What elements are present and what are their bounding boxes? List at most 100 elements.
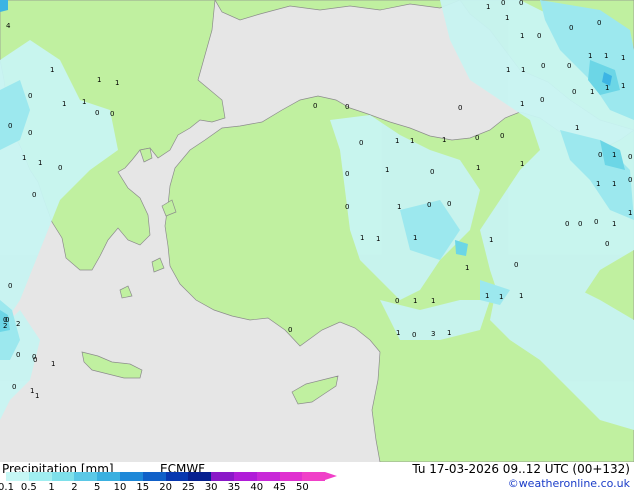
precip-value-label: 0 xyxy=(500,132,504,140)
precip-value-label: 0 xyxy=(628,153,632,161)
precip-value-label: 1 xyxy=(97,76,101,84)
precip-value-label: 0 xyxy=(541,62,545,70)
precip-value-label: 1 xyxy=(385,166,389,174)
precip-value-label: 1 xyxy=(612,151,616,159)
legend-tick-label: 30 xyxy=(204,482,218,493)
precip-value-label: 0 xyxy=(605,240,609,248)
precip-value-label: 1 xyxy=(519,292,523,300)
legend-swatch xyxy=(120,472,143,481)
precip-value-label: 1 xyxy=(485,292,489,300)
precip-value-label: 1 xyxy=(506,66,510,74)
legend-tick-label: 0.5 xyxy=(20,482,37,493)
precip-value-label: 1 xyxy=(35,392,39,400)
legend-tick-label: 1 xyxy=(48,482,55,493)
precip-value-label: 0 xyxy=(345,170,349,178)
precip-value-label: 4 xyxy=(6,22,11,30)
precip-value-label: 0 xyxy=(28,92,32,100)
legend-tick-label: 5 xyxy=(94,482,101,493)
precip-value-label: 1 xyxy=(397,203,401,211)
precip-value-label: 1 xyxy=(51,360,55,368)
legend-swatch xyxy=(97,472,120,481)
precip-value-label: 1 xyxy=(520,100,524,108)
precip-value-label: 0 xyxy=(58,164,62,172)
legend-swatch xyxy=(165,472,189,481)
legend-tick-label: 25 xyxy=(182,482,195,493)
legend-arrow-tip xyxy=(325,472,338,480)
precip-value-label: 0 xyxy=(427,201,431,209)
legend-tick-label: 2 xyxy=(71,482,78,493)
precip-value-label: 1 xyxy=(628,209,632,217)
legend-swatch xyxy=(142,472,166,481)
legend-swatch xyxy=(74,472,98,481)
precip-value-label: 0 xyxy=(565,220,569,228)
precip-value-label: 2 xyxy=(16,320,20,328)
precip-value-label: 0 xyxy=(519,0,523,7)
precip-value-label: 0 xyxy=(345,103,349,111)
precip-value-label: 0 xyxy=(32,353,36,361)
site-credit[interactable]: ©weatheronline.co.uk xyxy=(508,477,630,490)
precip-value-label: 1 xyxy=(612,180,616,188)
precip-value-label: 1 xyxy=(395,137,399,145)
legend-swatch xyxy=(28,472,52,481)
precip-value-label: 0 xyxy=(359,139,363,147)
precip-value-label: 0 xyxy=(501,0,505,7)
precip-value-label: 1 xyxy=(520,32,524,40)
legend-tick-label: 0.1 xyxy=(0,482,14,493)
precip-value-label: 0 xyxy=(395,297,399,305)
precip-value-label: 0 xyxy=(345,203,349,211)
precip-value-label: 0 xyxy=(412,331,416,339)
precip-value-label: 0 xyxy=(514,261,518,269)
precip-value-label: 1 xyxy=(360,234,364,242)
legend-swatch xyxy=(188,472,212,481)
precip-value-label: 0 xyxy=(572,88,576,96)
precip-value-label: 1 xyxy=(413,297,417,305)
precip-value-label: 1 xyxy=(604,52,608,60)
legend-tick-label: 15 xyxy=(136,482,150,493)
legend-tick-label: 45 xyxy=(273,482,286,493)
precip-value-label: 0 xyxy=(628,176,632,184)
precip-value-label: 1 xyxy=(605,84,609,92)
precip-value-label: 3 xyxy=(431,330,435,338)
precip-value-label: 1 xyxy=(621,82,625,90)
precip-value-label: 0 xyxy=(594,218,598,226)
precip-value-label: 1 xyxy=(489,236,493,244)
precip-value-label: 1 xyxy=(115,79,119,87)
precip-value-label: 0 xyxy=(597,19,601,27)
legend-tick-label: 10 xyxy=(113,482,127,493)
legend-tick-label: 50 xyxy=(296,482,309,493)
legend-swatch xyxy=(279,472,303,481)
precip-value-label: 1 xyxy=(612,220,616,228)
precip-value-label: 0 xyxy=(16,351,20,359)
precip-value-label: 1 xyxy=(396,329,400,337)
precip-value-label: 1 xyxy=(82,98,86,106)
legend-swatch xyxy=(234,472,257,481)
precip-value-label: 1 xyxy=(413,234,417,242)
precip-value-label: 0 xyxy=(458,104,462,112)
precip-value-label: 0 xyxy=(288,326,292,334)
legend-tick-label: 20 xyxy=(159,482,172,493)
legend-swatch xyxy=(6,472,29,481)
precip-value-label: 1 xyxy=(30,387,34,395)
precip-value-label: 0 xyxy=(430,168,434,176)
precip-value-label: 0 xyxy=(447,200,451,208)
precip-value-label: 1 xyxy=(410,137,414,145)
precip-value-label: 0 xyxy=(567,62,571,70)
precip-value-label: 0 xyxy=(475,134,479,142)
precip-value-label: 1 xyxy=(520,160,524,168)
precip-value-label: 1 xyxy=(596,180,600,188)
precip-value-label: 1 xyxy=(22,154,26,162)
precip-value-label: 1 xyxy=(486,3,490,11)
precip-value-label: 1 xyxy=(499,293,503,301)
precip-value-label: 0 xyxy=(32,191,36,199)
precip-value-label: 1 xyxy=(588,52,592,60)
precip-value-label: 0 xyxy=(28,129,32,137)
precip-value-label: 1 xyxy=(521,66,525,74)
precip-value-label: 1 xyxy=(476,164,480,172)
legend-tick-label: 40 xyxy=(250,482,264,493)
precip-value-label: 1 xyxy=(38,159,42,167)
legend-swatch xyxy=(256,472,280,481)
precip-value-label: 1 xyxy=(590,88,594,96)
color-legend: 0.1 0.5 1 2 5 10 15 20 25 30 35 40 45 50 xyxy=(0,472,340,493)
precip-value-label: 0 xyxy=(569,24,573,32)
precip-value-label: 0 xyxy=(110,110,114,118)
